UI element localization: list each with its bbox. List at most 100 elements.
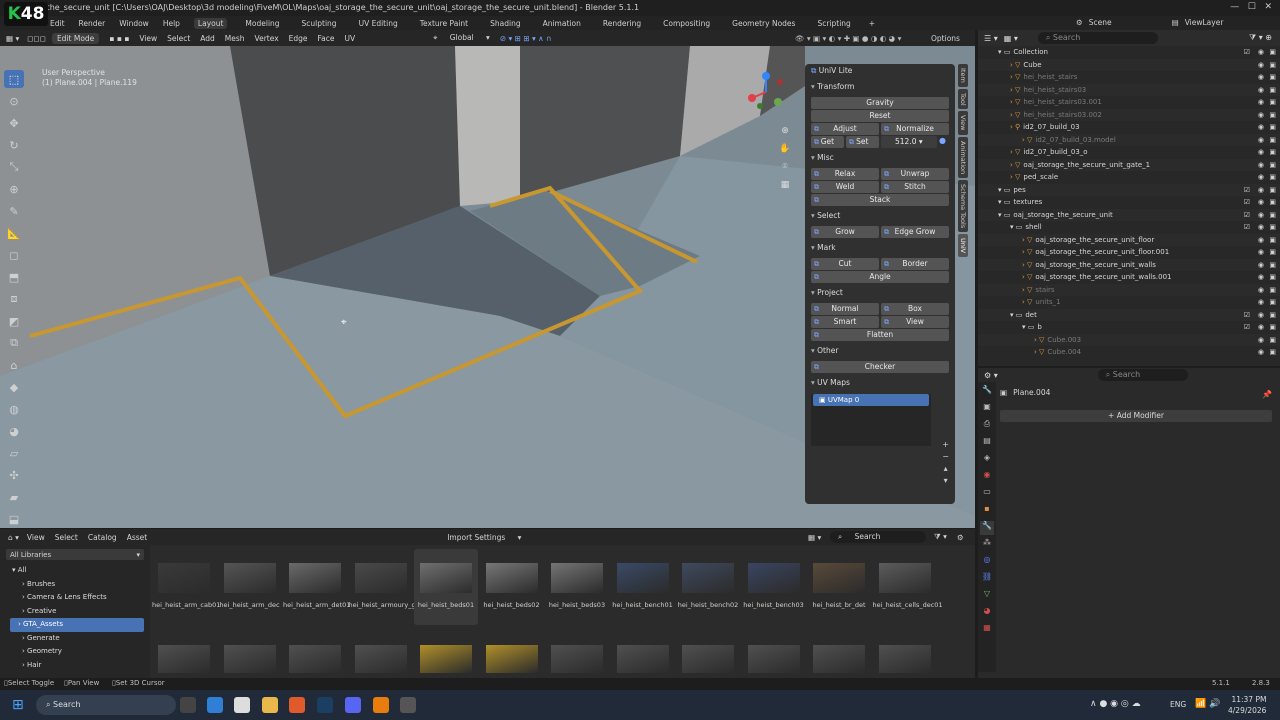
editor-type-icon[interactable]: ▦ ▾ (6, 34, 19, 43)
asset-thumbnail[interactable] (289, 645, 341, 673)
visibility-eye-icon[interactable]: ◉ (1258, 196, 1264, 209)
render-tab-icon[interactable]: ▣ (980, 402, 994, 416)
asset-menu-view[interactable]: View (27, 533, 45, 542)
visibility-eye-icon[interactable]: ◉ (1258, 284, 1264, 297)
mode-selector[interactable]: Edit Mode (51, 32, 100, 44)
select-mode-icons[interactable]: ◻◻◻ (27, 34, 46, 43)
cursor-tool-icon[interactable]: ⊙ (4, 92, 24, 110)
tab-tool[interactable]: Tool (958, 88, 968, 110)
physics-tab-icon[interactable]: ◎ (980, 555, 994, 569)
asset-editor-icon[interactable]: ⌂ ▾ (8, 533, 19, 542)
asset-tile[interactable]: hei_heist_cells_dec01 (873, 549, 943, 625)
rip-tool-icon[interactable]: ⬓ (4, 510, 24, 528)
visibility-eye-icon[interactable]: ◉ (1258, 309, 1264, 322)
outliner-row[interactable]: › ▽ oaj_storage_the_secure_unit_floor ◉ ▣ (978, 233, 1280, 246)
extrude-tool-icon[interactable]: ⬒ (4, 268, 24, 286)
visibility-eye-icon[interactable]: ◉ (1258, 84, 1264, 97)
asset-tile[interactable]: hei_heist_bench03 (742, 549, 806, 625)
outliner-row[interactable]: › ▽ oaj_storage_the_secure_unit_floor.001… (978, 246, 1280, 259)
gravity-button[interactable]: Gravity (811, 97, 949, 109)
catalog-item[interactable]: › Camera & Lens Effects (0, 591, 150, 605)
asset-tile[interactable]: hei_heist_bench01 (611, 549, 675, 625)
stitch-button[interactable]: ⧉ Stitch (881, 181, 949, 193)
library-selector[interactable]: All Libraries ▾ (6, 549, 144, 560)
visibility-eye-icon[interactable]: ◉ (1258, 171, 1264, 184)
visibility-eye-icon[interactable]: ◉ (1258, 296, 1264, 309)
scene-selector[interactable]: Scene (1089, 18, 1112, 27)
outliner-row[interactable]: › ▽ id2_07_build_03_o ◉ ▣ (978, 146, 1280, 159)
asset-settings-icon[interactable]: ⚙ (957, 533, 964, 542)
render-camera-icon[interactable]: ▣ (1269, 109, 1276, 122)
menu-edit[interactable]: Edit (50, 19, 65, 28)
material-tab-icon[interactable]: ◕ (980, 606, 994, 620)
exclude-checkbox-icon[interactable]: ☑ (1244, 209, 1250, 222)
edge-slide-tool-icon[interactable]: ▱ (4, 444, 24, 462)
network-volume-icons[interactable]: 📶 🔊 (1195, 699, 1220, 709)
section-select[interactable]: Select (805, 207, 955, 225)
asset-tile[interactable]: hei_heist_bench02 (676, 549, 740, 625)
asset-tile[interactable]: hei_heist_arm_cab01 (152, 549, 220, 625)
render-camera-icon[interactable]: ▣ (1269, 121, 1276, 134)
outliner-row[interactable]: › ▽ hei_heist_stairs03 ◉ ▣ (978, 83, 1280, 97)
visibility-eye-icon[interactable]: ◉ (1258, 159, 1264, 172)
knife-tool-icon[interactable]: ⌂ (4, 356, 24, 374)
menu-edge[interactable]: Edge (289, 34, 308, 43)
tab-univ[interactable]: UniV (958, 234, 968, 258)
scene-tab-icon[interactable]: ◈ (980, 453, 994, 467)
world-tab-icon[interactable]: ◉ (980, 470, 994, 484)
render-camera-icon[interactable]: ▣ (1269, 96, 1276, 109)
section-project[interactable]: Project (805, 284, 955, 302)
workspace-tab-rendering[interactable]: Rendering (599, 18, 645, 29)
discord-icon[interactable] (345, 697, 361, 713)
visibility-eye-icon[interactable]: ◉ (1258, 134, 1264, 147)
catalog-item[interactable]: › Brushes (0, 578, 150, 592)
pan-hand-icon[interactable]: ✋ (778, 140, 792, 158)
options-button[interactable]: Options (931, 34, 960, 43)
asset-tile[interactable]: hei_heist_beds01 (414, 549, 478, 625)
store-icon[interactable] (234, 697, 250, 713)
outliner-row[interactable]: › ▽ stairs ◉ ▣ (978, 283, 1280, 297)
properties-editor-icon[interactable]: ⚙ ▾ (984, 371, 998, 380)
menu-view[interactable]: View (139, 34, 157, 43)
collection-tab-icon[interactable]: ▭ (980, 487, 994, 501)
outliner-row[interactable]: › ▽ hei_heist_stairs03.002 ◉ ▣ (978, 108, 1280, 122)
exclude-checkbox-icon[interactable]: ☑ (1244, 221, 1250, 234)
overlay-toggles[interactable]: 👁 ▾ ▣ ▾ ◐ ▾ ✚ ▣ ● ◑ ◐ ◕ ▾ (795, 34, 901, 43)
workspace-tab-shading[interactable]: Shading (486, 18, 524, 29)
relax-button[interactable]: ⧉ Relax (811, 168, 879, 180)
language-indicator[interactable]: ENG (1170, 700, 1186, 709)
menu-vertex[interactable]: Vertex (255, 34, 279, 43)
snap-toggles[interactable]: ⊘ ▾ ⊞ ⊞ ▾ ∧ ∩ (500, 34, 552, 43)
grow-button[interactable]: ⧉ Grow (811, 226, 879, 238)
outliner-row[interactable]: › ▽ Cube.004 ◉ ▣ (978, 346, 1280, 359)
outliner-row[interactable]: ▾ ▭ shell ☑ ◉ ▣ (978, 221, 1280, 234)
rotate-tool-icon[interactable]: ↻ (4, 136, 24, 154)
adjust-button[interactable]: ⧉ Adjust (811, 123, 879, 135)
output-tab-icon[interactable]: ⎙ (980, 419, 994, 433)
workspace-tab-sculpting[interactable]: Sculpting (298, 18, 341, 29)
render-camera-icon[interactable]: ▣ (1269, 346, 1276, 359)
get-button[interactable]: ⧉ Get (811, 136, 844, 148)
asset-thumbnail[interactable] (420, 645, 472, 673)
tab-schema-tools[interactable]: Schema Tools (958, 180, 968, 233)
catalog-item[interactable]: › Creative (0, 605, 150, 619)
reset-button[interactable]: Reset (811, 110, 949, 122)
steam-icon[interactable] (317, 697, 333, 713)
section-uv-maps[interactable]: UV Maps (805, 374, 955, 392)
render-camera-icon[interactable]: ▣ (1269, 59, 1276, 72)
import-settings-dropdown[interactable]: Import Settings ▾ (447, 533, 521, 542)
render-camera-icon[interactable]: ▣ (1269, 321, 1276, 334)
outliner-row[interactable]: › ▽ hei_heist_stairs ◉ ▣ (978, 71, 1280, 84)
visibility-eye-icon[interactable]: ◉ (1258, 209, 1264, 222)
outliner-row[interactable]: › ▽ Cube.003 ◉ ▣ (978, 333, 1280, 347)
tool-tab-icon[interactable]: 🔧 (980, 385, 994, 399)
uv-map-item[interactable]: ▣ UVMap 0 (813, 394, 929, 406)
clock[interactable]: 11:37 PM 4/29/2026 (1228, 694, 1266, 716)
render-camera-icon[interactable]: ▣ (1269, 184, 1276, 197)
outliner-row[interactable]: › ▽ ped_scale ◉ ▣ (978, 171, 1280, 184)
render-camera-icon[interactable]: ▣ (1269, 334, 1276, 347)
render-camera-icon[interactable]: ▣ (1269, 146, 1276, 159)
render-camera-icon[interactable]: ▣ (1269, 221, 1276, 234)
catalog-item[interactable]: ▾ All (0, 564, 150, 578)
section-other[interactable]: Other (805, 342, 955, 360)
